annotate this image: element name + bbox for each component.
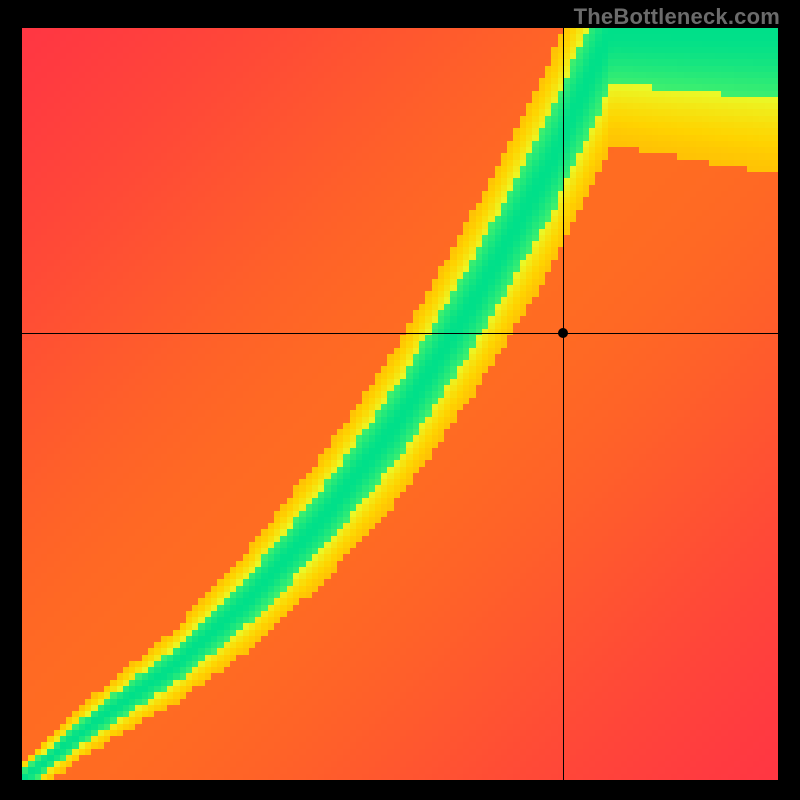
heatmap-canvas	[22, 28, 778, 780]
chart-frame: TheBottleneck.com	[0, 0, 800, 800]
heatmap-plot	[22, 28, 778, 780]
watermark-text: TheBottleneck.com	[574, 4, 780, 30]
marker-dot	[558, 328, 568, 338]
crosshair-horizontal	[22, 333, 778, 334]
crosshair-vertical	[563, 28, 564, 780]
